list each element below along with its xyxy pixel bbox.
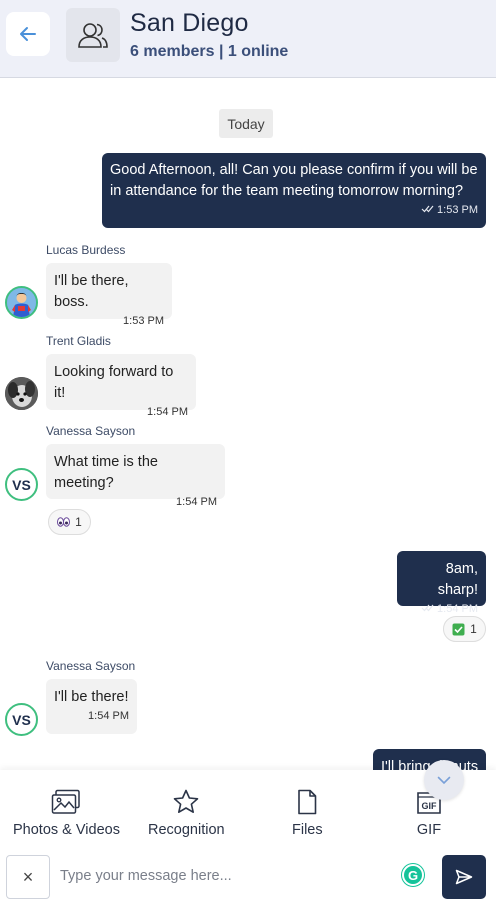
sender-name: Vanessa Sayson xyxy=(46,659,136,673)
message-text: What time is the meeting? xyxy=(54,454,158,491)
message-bubble-incoming[interactable]: Looking forward to it! 1:54 PM xyxy=(46,354,196,418)
message-list[interactable]: Today Good Afternoon, all! Can you pleas… xyxy=(0,78,496,770)
eyes-emoji-icon xyxy=(57,517,71,527)
group-avatar[interactable] xyxy=(66,8,120,62)
gif-label: GIF xyxy=(416,822,442,838)
superhero-avatar-icon xyxy=(7,288,36,317)
message-text: I'll be there, boss. xyxy=(54,273,129,310)
files-button[interactable]: Files xyxy=(292,788,323,838)
reaction-count: 1 xyxy=(470,622,477,636)
grammarly-icon[interactable]: G xyxy=(402,864,424,886)
sender-name: Lucas Burdess xyxy=(46,243,126,257)
message-bubble-incoming[interactable]: What time is the meeting? 1:54 PM xyxy=(46,444,225,508)
close-button[interactable]: × xyxy=(6,855,50,899)
scroll-to-bottom-button[interactable] xyxy=(424,760,464,800)
reaction-badge[interactable]: 1 xyxy=(443,616,486,642)
read-check-icon xyxy=(421,205,434,213)
member-status: 6 members | 1 online xyxy=(130,43,289,60)
chevron-down-icon xyxy=(437,776,451,784)
attachment-toolbar: Photos & Videos Recognition Files GIF GI… xyxy=(0,770,496,846)
group-users-icon xyxy=(78,23,108,48)
files-label: Files xyxy=(292,822,323,838)
back-button[interactable] xyxy=(6,12,50,56)
avatar-vanessa-sayson[interactable]: VS xyxy=(5,468,38,501)
send-icon xyxy=(455,869,473,885)
photos-videos-label: Photos & Videos xyxy=(13,822,120,838)
recognition-label: Recognition xyxy=(148,822,225,838)
message-bubble-incoming[interactable]: I'll be there, boss. 1:53 PM xyxy=(46,263,172,327)
message-input[interactable] xyxy=(60,858,390,894)
message-text: Good Afternoon, all! Can you please conf… xyxy=(110,162,478,199)
photos-videos-button[interactable]: Photos & Videos xyxy=(13,788,120,838)
message-time: 1:53 PM xyxy=(123,315,164,327)
message-bubble-outgoing[interactable]: 8am, sharp! 1:54 PM xyxy=(397,551,486,615)
avatar-lucas-burdess[interactable] xyxy=(5,286,38,319)
message-text: I'll be there! xyxy=(54,689,129,705)
read-check-icon xyxy=(421,604,434,612)
chat-title: San Diego xyxy=(130,9,249,37)
dog-photo-avatar-icon xyxy=(5,377,38,410)
message-text: 8am, sharp! xyxy=(437,561,478,598)
svg-text:GIF: GIF xyxy=(422,801,438,811)
message-time: 1:54 PM xyxy=(176,496,217,508)
message-text: Looking forward to it! xyxy=(54,364,174,401)
avatar-vanessa-sayson[interactable]: VS xyxy=(5,703,38,736)
message-bubble-incoming[interactable]: I'll be there! 1:54 PM xyxy=(46,679,137,734)
date-separator: Today xyxy=(219,109,273,138)
chat-header: San Diego 6 members | 1 online xyxy=(0,0,496,78)
check-mark-emoji-icon xyxy=(452,623,465,635)
sender-name: Trent Gladis xyxy=(46,334,111,348)
reaction-badge[interactable]: 1 xyxy=(48,509,91,535)
message-bubble-outgoing[interactable]: Good Afternoon, all! Can you please conf… xyxy=(102,153,486,228)
recognition-button[interactable]: Recognition xyxy=(148,788,225,838)
sender-name: Vanessa Sayson xyxy=(46,424,136,438)
arrow-left-icon xyxy=(20,27,36,41)
message-time: 1:54 PM xyxy=(405,603,478,615)
message-time: 1:53 PM xyxy=(110,204,478,216)
reaction-count: 1 xyxy=(75,515,82,529)
avatar-trent-gladis[interactable] xyxy=(5,377,38,410)
send-button[interactable] xyxy=(442,855,486,899)
message-composer: × G xyxy=(0,846,496,907)
message-time: 1:54 PM xyxy=(147,406,188,418)
star-icon xyxy=(171,788,201,816)
photos-icon xyxy=(51,788,81,816)
message-time: 1:54 PM xyxy=(88,710,129,722)
file-icon xyxy=(292,788,322,816)
